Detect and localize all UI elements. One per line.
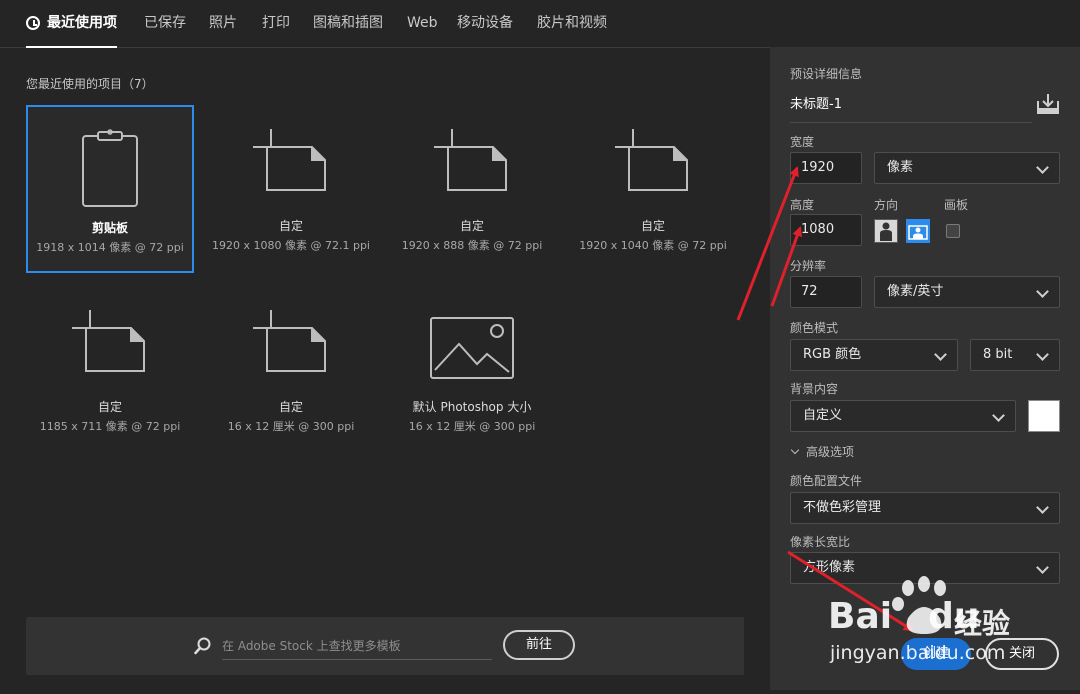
save-preset-icon[interactable]: [1036, 93, 1060, 115]
preset-meta: 1918 x 1014 像素 @ 72 ppi: [36, 241, 184, 254]
advanced-options-toggle[interactable]: 高级选项: [790, 443, 855, 460]
resolution-unit-value: 像素/英寸: [887, 284, 944, 299]
resolution-label: 分辨率: [790, 259, 827, 273]
pixel-aspect-value: 方形像素: [803, 560, 856, 575]
stock-search-input[interactable]: [222, 633, 492, 660]
artboard-checkbox[interactable]: [946, 224, 960, 238]
background-value: 自定义: [803, 408, 843, 423]
preset-name: 默认 Photoshop 大小: [412, 400, 532, 414]
tab-print[interactable]: 打印: [262, 0, 290, 47]
preset-name: 自定: [278, 219, 303, 233]
orientation-portrait-button[interactable]: [874, 219, 898, 243]
preset-card-custom[interactable]: 自定 16 x 12 厘米 @ 300 ppi: [207, 286, 375, 454]
orientation-landscape-button[interactable]: [906, 219, 930, 243]
custom-document-icon: [434, 129, 507, 191]
pixel-aspect-select[interactable]: 方形像素: [790, 552, 1060, 584]
document-type-tabs: 最近使用项 已保存 照片 打印 图稿和插图 Web 移动设备 胶片和视频: [0, 0, 1080, 48]
height-input[interactable]: 1080: [790, 214, 862, 246]
resolution-input[interactable]: 72: [790, 276, 862, 308]
portrait-icon: [880, 222, 892, 241]
tab-film-video[interactable]: 胶片和视频: [537, 0, 607, 47]
background-label: 背景内容: [790, 382, 839, 396]
custom-document-icon: [253, 310, 326, 372]
height-label: 高度: [790, 198, 815, 212]
preset-card-custom[interactable]: 自定 1920 x 888 像素 @ 72 ppi: [388, 105, 556, 273]
preset-meta: 1920 x 1080 像素 @ 72.1 ppi: [212, 239, 370, 252]
preset-name: 自定: [459, 219, 484, 233]
color-profile-select[interactable]: 不做色彩管理: [790, 492, 1060, 524]
chevron-down-icon: [1036, 561, 1049, 574]
preset-meta: 1920 x 1040 像素 @ 72 ppi: [579, 239, 727, 252]
search-icon: [194, 637, 211, 655]
advanced-options-label: 高级选项: [806, 445, 855, 459]
background-select[interactable]: 自定义: [790, 400, 1016, 432]
width-unit-select[interactable]: 像素: [874, 152, 1060, 184]
pixel-aspect-label: 像素长宽比: [790, 535, 851, 549]
preset-meta: 1185 x 711 像素 @ 72 ppi: [39, 420, 181, 433]
chevron-down-icon: [1036, 161, 1049, 174]
custom-document-icon: [615, 129, 688, 191]
create-button[interactable]: 创建: [901, 638, 971, 670]
preset-name: 剪贴板: [91, 221, 128, 235]
preset-card-custom[interactable]: 自定 1920 x 1040 像素 @ 72 ppi: [569, 105, 737, 273]
preset-name: 自定: [97, 400, 122, 414]
tab-saved[interactable]: 已保存: [144, 0, 186, 47]
tab-photo[interactable]: 照片: [209, 0, 237, 47]
preset-card-clipboard[interactable]: 剪贴板 1918 x 1014 像素 @ 72 ppi: [26, 105, 194, 273]
chevron-down-icon: [1036, 285, 1049, 298]
tab-mobile[interactable]: 移动设备: [457, 0, 513, 47]
preset-name: 自定: [640, 219, 665, 233]
orientation-label: 方向: [874, 198, 899, 212]
preset-meta: 16 x 12 厘米 @ 300 ppi: [227, 420, 355, 433]
preset-name: 自定: [278, 400, 303, 414]
color-profile-value: 不做色彩管理: [803, 500, 882, 515]
tab-web[interactable]: Web: [407, 0, 438, 47]
chevron-down-icon: [790, 445, 800, 455]
width-unit-value: 像素: [887, 160, 914, 175]
landscape-icon: [908, 225, 928, 240]
clipboard-icon: [82, 129, 138, 207]
preset-card-custom[interactable]: 自定 1185 x 711 像素 @ 72 ppi: [26, 286, 194, 454]
tab-recent[interactable]: 最近使用项: [26, 0, 117, 48]
tab-label: 最近使用项: [47, 15, 117, 31]
artboard-label: 画板: [944, 198, 969, 212]
close-button[interactable]: 关闭: [985, 638, 1059, 670]
resolution-unit-select[interactable]: 像素/英寸: [874, 276, 1060, 308]
preset-details-label: 预设详细信息: [790, 67, 863, 81]
preset-card-default-photoshop[interactable]: 默认 Photoshop 大小 16 x 12 厘米 @ 300 ppi: [388, 286, 556, 454]
chevron-down-icon: [1036, 501, 1049, 514]
recent-items-title: 您最近使用的项目（7）: [26, 77, 154, 91]
width-input[interactable]: 1920: [790, 152, 862, 184]
custom-document-icon: [72, 310, 145, 372]
chevron-down-icon: [934, 348, 947, 361]
image-icon: [430, 317, 514, 379]
background-color-swatch[interactable]: [1028, 400, 1060, 432]
go-button[interactable]: 前往: [503, 630, 575, 660]
preset-card-custom[interactable]: 自定 1920 x 1080 像素 @ 72.1 ppi: [207, 105, 375, 273]
stock-search-bar: 前往: [26, 617, 744, 675]
color-mode-label: 颜色模式: [790, 321, 839, 335]
bit-depth-value: 8 bit: [983, 347, 1013, 362]
width-label: 宽度: [790, 135, 815, 149]
chevron-down-icon: [1036, 348, 1049, 361]
tab-art-illustration[interactable]: 图稿和插图: [313, 0, 383, 47]
preset-details-panel: 预设详细信息 未标题-1 宽度 1920 像素 高度 1080 方向 画板 分辨…: [770, 47, 1080, 690]
bit-depth-select[interactable]: 8 bit: [970, 339, 1060, 371]
chevron-down-icon: [992, 409, 1005, 422]
color-profile-label: 颜色配置文件: [790, 474, 863, 488]
color-mode-value: RGB 颜色: [803, 347, 862, 362]
document-name-field[interactable]: 未标题-1: [790, 94, 1032, 123]
preset-meta: 1920 x 888 像素 @ 72 ppi: [401, 239, 543, 252]
custom-document-icon: [253, 129, 326, 191]
color-mode-select[interactable]: RGB 颜色: [790, 339, 958, 371]
clock-icon: [26, 16, 40, 30]
preset-meta: 16 x 12 厘米 @ 300 ppi: [408, 420, 536, 433]
